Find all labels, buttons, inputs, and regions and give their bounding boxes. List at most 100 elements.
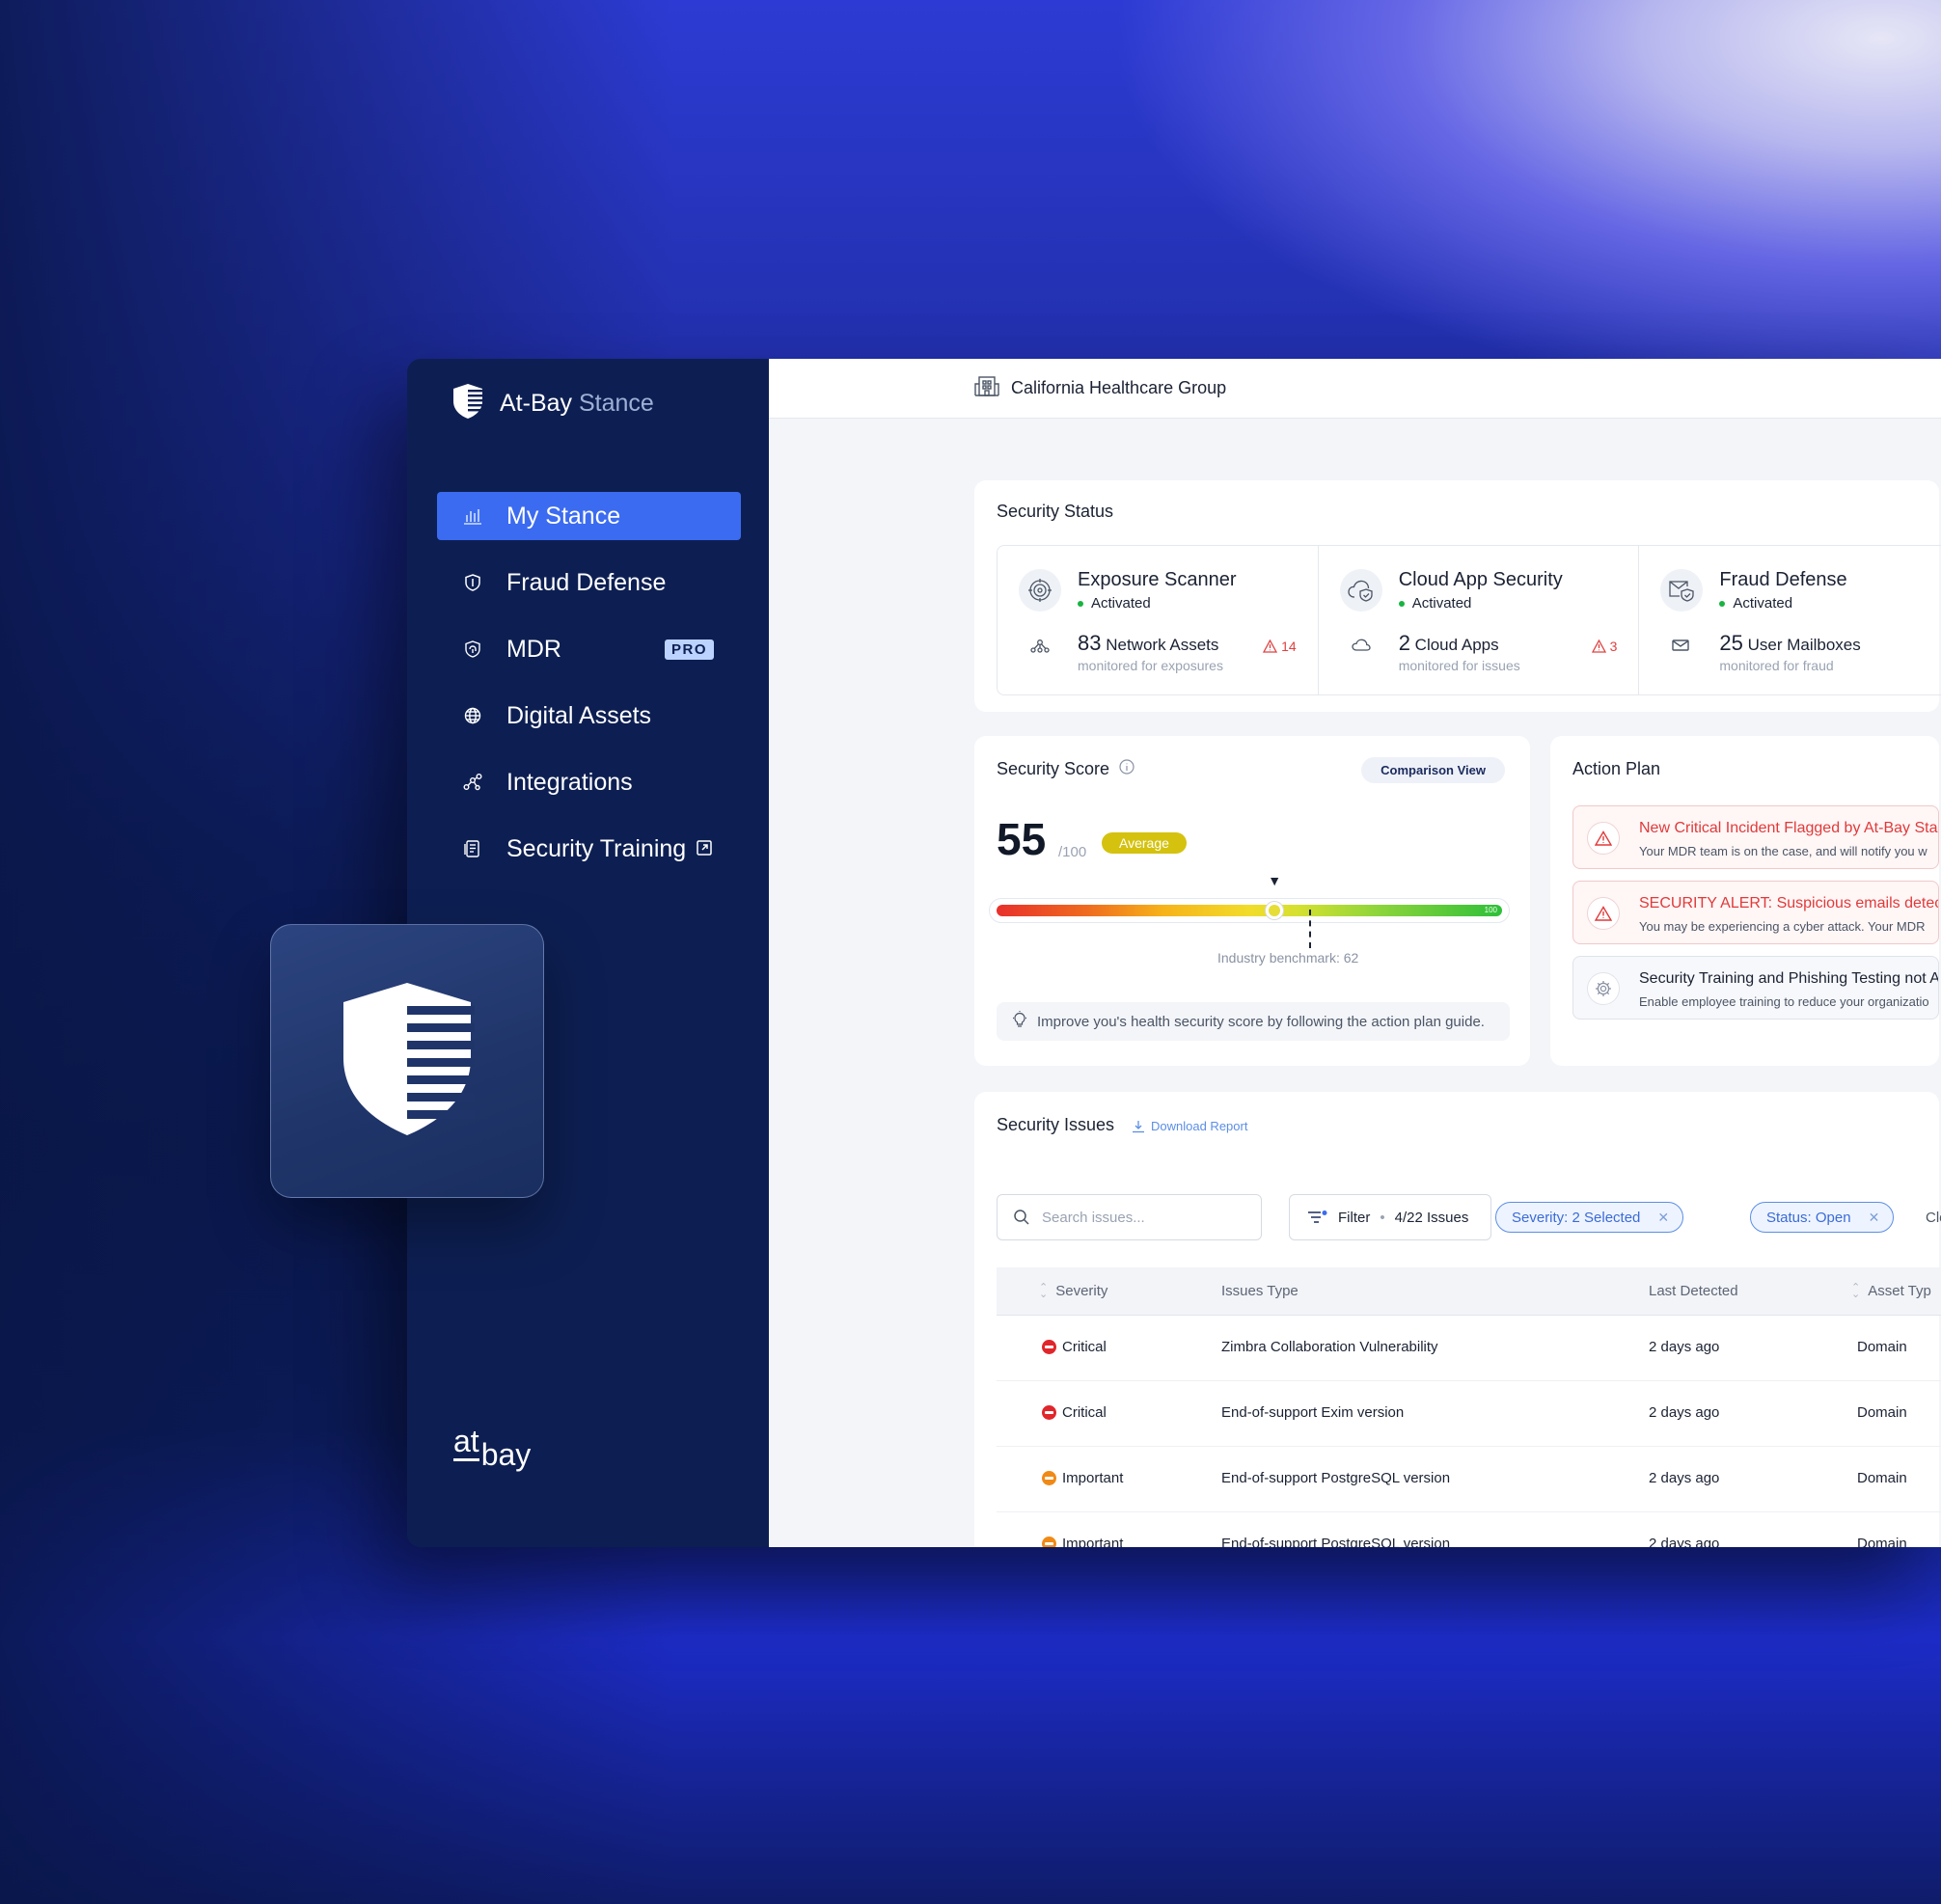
tile-state: Activated [1719,595,1792,612]
severity-cell: Critical [1042,1404,1107,1421]
external-link-icon[interactable] [696,835,713,863]
last-detected-cell: 2 days ago [1649,1536,1720,1547]
training-icon [462,838,483,859]
download-icon [1133,1120,1144,1132]
severity-cell: Important [1042,1470,1123,1486]
action-plan-card: Action Plan New Critical Incident Flagge… [1550,736,1939,1066]
tile-fraud-defense[interactable]: Fraud Defense Activated 25 User Mailboxe… [1639,546,1941,694]
security-issues-title: Security Issues [997,1115,1115,1134]
tile-exposure-scanner[interactable]: Exposure Scanner Activated 83 Network As… [998,546,1319,694]
close-icon[interactable]: ✕ [1869,1210,1880,1226]
tile-count: 83 Network Assets [1078,631,1219,655]
action-item-sub: Your MDR team is on the case, and will n… [1639,844,1927,858]
sidebar-item-integrations[interactable]: Integrations [437,758,741,806]
benchmark-line [1308,910,1311,948]
security-score-title: Security Score [997,759,1135,779]
sidebar-item-label: My Stance [506,502,621,530]
column-issues-type[interactable]: Issues Type [1221,1283,1299,1299]
table-row[interactable]: Important End-of-support PostgreSQL vers… [997,1512,1941,1547]
app-window: At-Bay Stance My Stance Fraud Defense MD… [407,359,1941,1547]
at-bay-logo: atbay [453,1426,532,1475]
nodes-icon [462,772,483,793]
table-row[interactable]: Critical Zimbra Collaboration Vulnerabil… [997,1316,1941,1381]
column-severity[interactable]: ⌃ ⌄ Severity [1039,1281,1107,1300]
brand-name: At-Bay Stance [500,390,654,417]
issue-type-cell: End-of-support Exim version [1221,1404,1405,1421]
sidebar-item-label: Security Training [506,834,687,862]
tile-count: 25 User Mailboxes [1719,631,1861,655]
logo-bay: bay [480,1437,532,1472]
logo-at: at [453,1426,479,1461]
fingerprint-shield-icon [462,639,483,660]
filter-icon [1308,1210,1327,1223]
mail-icon [1672,639,1690,657]
tile-sub: monitored for issues [1398,658,1520,673]
column-asset-type[interactable]: ⌃ ⌄ Asset Typ [1851,1281,1931,1300]
tile-cloud-app-security[interactable]: Cloud App Security Activated 2 Cloud App… [1319,546,1640,694]
org-name[interactable]: California Healthcare Group [1011,378,1226,398]
action-item-security-training[interactable]: Security Training and Phishing Testing n… [1572,956,1939,1020]
score-tip: Improve you's health security score by f… [997,1002,1510,1041]
sidebar-item-my-stance[interactable]: My Stance [437,492,741,540]
sidebar-item-security-training[interactable]: Security Training [437,825,741,873]
tile-alert-count[interactable]: 14 [1263,639,1297,654]
tile-name: Cloud App Security [1398,569,1563,590]
search-issues-input[interactable]: Search issues... [997,1194,1262,1240]
comparison-view-button[interactable]: Comparison View [1361,757,1505,783]
action-item-critical-incident[interactable]: New Critical Incident Flagged by At-Bay … [1572,805,1939,869]
severity-filter-chip[interactable]: Severity: 2 Selected ✕ [1495,1202,1684,1233]
warning-icon [1591,639,1606,653]
score-value: 55 [997,814,1047,864]
benchmark-label: Industry benchmark: 62 [1217,950,1359,966]
sort-icon: ⌃ ⌄ [1851,1281,1861,1300]
action-item-security-alert[interactable]: SECURITY ALERT: Suspicious emails detect… [1572,881,1939,944]
table-row[interactable]: Important End-of-support PostgreSQL vers… [997,1447,1941,1512]
cloud-icon [1352,639,1371,657]
tile-sub: monitored for fraud [1719,658,1834,673]
sidebar-item-label: Digital Assets [506,701,652,729]
action-item-title: New Critical Incident Flagged by At-Bay … [1639,820,1938,836]
main-content: California Healthcare Group Security Sta… [769,359,1941,1547]
table-row[interactable]: Critical End-of-support Exim version 2 d… [997,1381,1941,1447]
tile-sub: monitored for exposures [1078,658,1223,673]
security-status-title: Security Status [997,502,1114,521]
sidebar-item-label: Integrations [506,768,633,796]
info-icon[interactable] [1119,759,1135,779]
last-detected-cell: 2 days ago [1649,1339,1720,1355]
tile-name: Fraud Defense [1719,569,1847,590]
tile-alert-count[interactable]: 3 [1591,639,1617,654]
network-nodes-icon [1030,639,1050,659]
radar-icon [1019,569,1061,612]
close-icon[interactable]: ✕ [1657,1210,1669,1226]
warning-icon [1587,822,1620,855]
score-rating-badge: Average [1102,832,1187,854]
action-item-title: SECURITY ALERT: Suspicious emails detect [1639,895,1939,911]
asset-type-cell: Domain [1857,1404,1907,1421]
cloud-shield-icon [1339,569,1382,612]
asset-type-cell: Domain [1857,1339,1907,1355]
score-max: /100 [1058,844,1087,860]
sidebar-item-mdr[interactable]: MDR PRO [437,625,741,673]
bar-end-label: 100 [1484,906,1497,914]
important-icon [1042,1537,1056,1547]
sidebar-nav: My Stance Fraud Defense MDR PRO Digital [437,492,741,891]
score-knob[interactable] [1266,902,1284,919]
sidebar-item-fraud-defense[interactable]: Fraud Defense [437,558,741,607]
table-header: ⌃ ⌄ Severity Issues Type Last Detected ⌃ ⌄ A… [997,1267,1941,1316]
sidebar-item-digital-assets[interactable]: Digital Assets [437,692,741,740]
score-bar: 100 [989,898,1510,923]
warning-icon [1587,897,1620,930]
brand[interactable]: At-Bay Stance [451,382,654,425]
critical-icon [1042,1405,1056,1420]
status-filter-chip[interactable]: Status: Open ✕ [1750,1202,1895,1233]
clear-filters-button[interactable]: Clear [1926,1210,1941,1226]
filter-button[interactable]: Filter • 4/22 Issues [1289,1194,1491,1240]
tile-state: Activated [1078,595,1151,612]
tile-name: Exposure Scanner [1078,569,1237,590]
tile-state: Activated [1398,595,1471,612]
action-item-sub: Enable employee training to reduce your … [1639,994,1929,1009]
download-report-link[interactable]: Download Report [1132,1119,1247,1133]
active-dot [1078,600,1083,607]
column-last-detected[interactable]: Last Detected [1649,1283,1738,1299]
sort-icon: ⌃ ⌄ [1039,1281,1049,1300]
